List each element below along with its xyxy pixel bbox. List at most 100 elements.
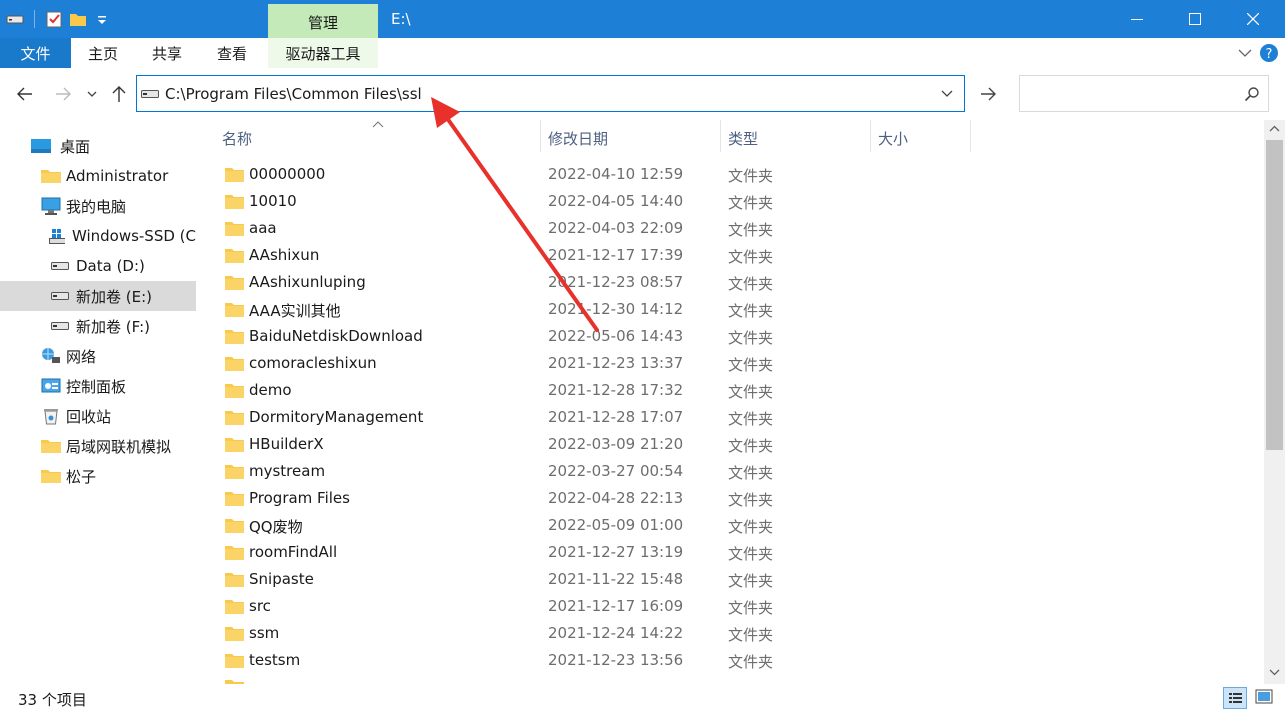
- file-date-modified: 2022-03-09 21:20: [548, 435, 684, 453]
- details-view-button[interactable]: [1223, 687, 1247, 709]
- folder-icon: [225, 357, 244, 371]
- sidebar-item-administrator[interactable]: Administrator: [0, 161, 196, 191]
- table-row[interactable]: ssm 2021-12-24 14:22 文件夹: [200, 620, 1260, 647]
- table-row[interactable]: QQ废物 2022-05-09 01:00 文件夹: [200, 512, 1260, 539]
- sidebar-item-control-panel[interactable]: 控制面板: [0, 371, 196, 401]
- column-header-date-modified[interactable]: 修改日期: [548, 128, 608, 148]
- file-date-modified: 2021-12-28 17:07: [548, 408, 684, 426]
- up-button[interactable]: [107, 82, 131, 106]
- scrollbar-thumb[interactable]: [1266, 140, 1283, 450]
- minimize-button[interactable]: [1108, 0, 1166, 38]
- table-row[interactable]: DormitoryManagement 2021-12-28 17:07 文件夹: [200, 404, 1260, 431]
- file-date-modified: 2021-12-17 16:09: [548, 597, 684, 615]
- drive-icon[interactable]: [6, 10, 24, 28]
- recycle-bin-icon: [44, 409, 58, 425]
- search-icon[interactable]: [1244, 86, 1260, 102]
- folder-icon: [41, 170, 61, 183]
- scroll-down-icon[interactable]: [1268, 667, 1281, 677]
- close-icon: [1247, 13, 1259, 25]
- tab-share[interactable]: 共享: [140, 38, 194, 68]
- file-type: 文件夹: [728, 356, 774, 374]
- file-name: DormitoryManagement: [249, 408, 424, 426]
- sidebar-item-songzi[interactable]: 松子: [0, 461, 196, 491]
- tab-view[interactable]: 查看: [205, 38, 259, 68]
- table-row[interactable]: AAshixunluping 2021-12-23 08:57 文件夹: [200, 269, 1260, 296]
- file-date-modified: 2021-12-17 17:39: [548, 246, 684, 264]
- column-divider[interactable]: [870, 120, 871, 152]
- folder-icon: [41, 470, 61, 483]
- column-divider[interactable]: [720, 120, 721, 152]
- tab-file[interactable]: 文件: [0, 38, 71, 68]
- new-folder-icon[interactable]: [69, 10, 87, 28]
- customize-toolbar-chevron-icon[interactable]: [93, 10, 111, 28]
- expand-ribbon-button[interactable]: [1236, 44, 1254, 62]
- table-row[interactable]: aaa 2022-04-03 22:09 文件夹: [200, 215, 1260, 242]
- tab-drive-tools[interactable]: 驱动器工具: [268, 38, 378, 68]
- chevron-down-icon: [1238, 49, 1252, 57]
- column-header-type[interactable]: 类型: [728, 128, 758, 148]
- file-date-modified: 2022-04-03 22:09: [548, 219, 684, 237]
- table-row[interactable]: 00000000 2022-04-10 12:59 文件夹: [200, 161, 1260, 188]
- table-row[interactable]: 10010 2022-04-05 14:40 文件夹: [200, 188, 1260, 215]
- help-button[interactable]: ?: [1259, 43, 1279, 63]
- table-row[interactable]: HBuilderX 2022-03-09 21:20 文件夹: [200, 431, 1260, 458]
- file-name: Program Files: [249, 489, 350, 507]
- close-button[interactable]: [1224, 0, 1282, 38]
- table-row[interactable]: mystream 2022-03-27 00:54 文件夹: [200, 458, 1260, 485]
- forward-button[interactable]: [51, 82, 75, 106]
- maximize-button[interactable]: [1166, 0, 1224, 38]
- table-row[interactable]: testsm 2021-12-23 13:56 文件夹: [200, 647, 1260, 674]
- scroll-up-icon[interactable]: [1268, 124, 1281, 134]
- drive-icon: [141, 90, 159, 98]
- windows-drive-icon: [49, 229, 65, 244]
- file-date-modified: 2022-03-27 00:54: [548, 462, 684, 480]
- recent-locations-button[interactable]: [82, 82, 102, 106]
- arrow-right-icon: [56, 87, 71, 101]
- back-button[interactable]: [13, 82, 37, 106]
- file-type: 文件夹: [728, 194, 774, 212]
- sidebar-item-network[interactable]: 网络: [0, 341, 196, 371]
- go-button[interactable]: [976, 82, 1000, 106]
- sidebar-item-label: Administrator: [66, 167, 169, 185]
- table-row[interactable]: Snipaste 2021-11-22 15:48 文件夹: [200, 566, 1260, 593]
- sidebar-item-windows-ssd[interactable]: Windows-SSD (C: [0, 221, 196, 251]
- table-row[interactable]: src 2021-12-17 16:09 文件夹: [200, 593, 1260, 620]
- properties-icon[interactable]: [45, 10, 63, 28]
- chevron-down-icon: [87, 91, 97, 97]
- table-row[interactable]: BaiduNetdiskDownload 2022-05-06 14:43 文件夹: [200, 323, 1260, 350]
- tab-home[interactable]: 主页: [76, 38, 130, 68]
- table-row[interactable]: Program Files 2022-04-28 22:13 文件夹: [200, 485, 1260, 512]
- status-bar: [0, 684, 1285, 714]
- address-history-button[interactable]: [937, 85, 957, 103]
- table-row[interactable]: demo 2021-12-28 17:32 文件夹: [200, 377, 1260, 404]
- sidebar-item-lan-simulation[interactable]: 局域网联机模拟: [0, 431, 196, 461]
- sidebar-item-volume-e[interactable]: 新加卷 (E:): [0, 281, 196, 311]
- window-title: E:\: [391, 10, 411, 28]
- sidebar-item-data-d[interactable]: Data (D:): [0, 251, 196, 281]
- table-row[interactable]: roomFindAll 2021-12-27 13:19 文件夹: [200, 539, 1260, 566]
- search-input[interactable]: [1019, 75, 1269, 112]
- table-row[interactable]: AAshixun 2021-12-17 17:39 文件夹: [200, 242, 1260, 269]
- column-header-size[interactable]: 大小: [878, 128, 908, 148]
- network-icon: [42, 348, 60, 363]
- file-date-modified: 2021-12-24 14:22: [548, 624, 684, 642]
- column-header-name[interactable]: 名称: [222, 128, 252, 148]
- sidebar-item-recycle-bin[interactable]: 回收站: [0, 401, 196, 431]
- sidebar-item-label: 新加卷 (F:): [76, 317, 150, 336]
- table-row[interactable]: comoracleshixun 2021-12-23 13:37 文件夹: [200, 350, 1260, 377]
- file-name: ssm: [249, 624, 280, 642]
- tab-manage[interactable]: 管理: [268, 12, 378, 33]
- sidebar-item-my-computer[interactable]: 我的电脑: [0, 191, 196, 221]
- sidebar-item-desktop[interactable]: 桌面: [0, 131, 196, 161]
- file-date-modified: 2022-04-05 14:40: [548, 192, 684, 210]
- folder-icon: [225, 438, 244, 452]
- file-name: BaiduNetdiskDownload: [249, 327, 423, 345]
- file-name: AAA实训其他: [249, 302, 341, 320]
- column-divider[interactable]: [540, 120, 541, 152]
- address-path[interactable]: C:\Program Files\Common Files\ssl: [165, 85, 422, 103]
- sidebar-item-volume-f[interactable]: 新加卷 (F:): [0, 311, 196, 341]
- table-row[interactable]: AAA实训其他 2021-12-30 14:12 文件夹: [200, 296, 1260, 323]
- large-icons-view-button[interactable]: [1253, 687, 1277, 709]
- column-divider[interactable]: [970, 120, 971, 152]
- file-date-modified: 2021-12-23 13:37: [548, 354, 684, 372]
